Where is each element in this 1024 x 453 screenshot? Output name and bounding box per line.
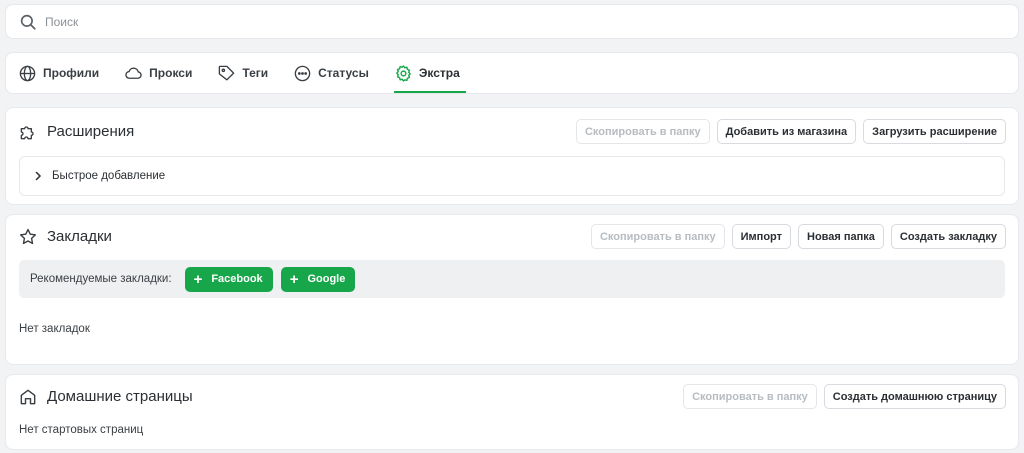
add-from-store-button[interactable]: Добавить из магазина (716, 119, 857, 144)
home-icon (20, 389, 36, 404)
gear-icon (395, 64, 411, 82)
create-homepage-button[interactable]: Создать домашнюю страницу (823, 384, 1006, 409)
tab-label: Статусы (318, 66, 369, 80)
tab-statuses[interactable]: Статусы (293, 53, 369, 93)
upload-extension-button[interactable]: Загрузить расширение (863, 119, 1006, 144)
tab-label: Экстра (418, 66, 460, 80)
add-google-bookmark-button[interactable]: + Google (280, 266, 356, 292)
tag-icon (219, 65, 235, 81)
recommended-bookmarks: Рекомендуемые закладки: + Facebook + Goo… (19, 260, 1005, 298)
search-icon (20, 14, 36, 30)
empty-homepages-text: Нет стартовых страниц (19, 424, 144, 436)
tab-proxies[interactable]: Прокси (124, 53, 192, 93)
copy-to-folder-button[interactable]: Скопировать в папку (575, 119, 710, 144)
empty-bookmarks-text: Нет закладок (19, 323, 90, 335)
tab-label: Профили (43, 66, 100, 80)
search-bar[interactable] (5, 4, 1019, 39)
section-title: Расширения (47, 123, 135, 140)
create-bookmark-button[interactable]: Создать закладку (890, 224, 1006, 249)
tab-bar: Профили Прокси Теги Статусы Экстра (5, 52, 1019, 94)
homepages-section: Домашние страницы Скопировать в папку Со… (5, 374, 1019, 450)
tab-extra[interactable]: Экстра (393, 53, 466, 93)
tab-label: Прокси (149, 66, 193, 80)
copy-to-folder-button[interactable]: Скопировать в папку (683, 384, 817, 409)
globe-icon (19, 65, 36, 81)
bookmark-label: Facebook (211, 273, 263, 285)
import-button[interactable]: Импорт (731, 224, 791, 249)
chevron-right-icon (35, 171, 42, 181)
add-facebook-bookmark-button[interactable]: + Facebook (184, 266, 273, 292)
cloud-icon (125, 67, 142, 79)
section-title: Домашние страницы (47, 388, 193, 405)
recommended-label: Рекомендуемые закладки: (30, 273, 172, 285)
tab-label: Теги (242, 66, 269, 80)
status-dots-icon (294, 65, 311, 81)
plus-icon: + (193, 270, 203, 288)
section-title: Закладки (47, 228, 112, 245)
extensions-section: Расширения Скопировать в папку Добавить … (5, 107, 1019, 205)
star-icon (19, 228, 37, 244)
quick-add-label: Быстрое добавление (52, 170, 166, 182)
bookmarks-section: Закладки Скопировать в папку Импорт Нова… (5, 214, 1019, 365)
quick-add-toggle[interactable]: Быстрое добавление (19, 156, 1005, 196)
tab-profiles[interactable]: Профили (18, 53, 99, 93)
copy-to-folder-button[interactable]: Скопировать в папку (590, 224, 725, 249)
bookmark-label: Google (307, 273, 346, 285)
plus-icon: + (289, 270, 299, 288)
search-input[interactable] (45, 14, 945, 29)
new-folder-button[interactable]: Новая папка (798, 224, 884, 249)
tab-tags[interactable]: Теги (217, 53, 268, 93)
puzzle-icon (20, 125, 34, 139)
